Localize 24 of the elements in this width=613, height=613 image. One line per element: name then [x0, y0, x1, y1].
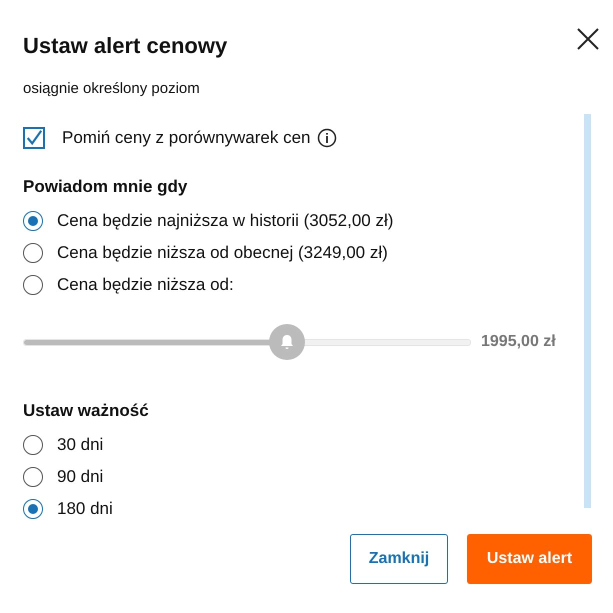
- radio-label: 90 dni: [57, 467, 104, 487]
- scrollbar[interactable]: [584, 114, 591, 508]
- info-icon[interactable]: [316, 128, 337, 148]
- close-icon[interactable]: [577, 28, 599, 50]
- close-button[interactable]: Zamknij: [350, 534, 448, 584]
- radio-label: Cena będzie niższa od obecnej (3249,00 zł): [57, 243, 388, 263]
- price-reading: 1995,00 zł: [481, 333, 556, 351]
- radio-label: Cena będzie niższa od:: [57, 275, 234, 295]
- section-heading: Powiadom mnie gdy: [23, 177, 188, 197]
- intro-text: osiągnie określony poziom: [23, 80, 201, 99]
- dialog-title: Ustaw alert cenowy: [23, 33, 228, 59]
- radio-button[interactable]: [23, 499, 43, 519]
- radio-button[interactable]: [23, 275, 43, 295]
- radio-label: 30 dni: [57, 435, 104, 455]
- set-alert-button[interactable]: Ustaw alert: [467, 534, 592, 584]
- radio-button[interactable]: [23, 467, 43, 487]
- checkbox[interactable]: [23, 127, 45, 149]
- radio-label: Cena będzie najniższa w historii (3052,00 zł): [57, 211, 394, 231]
- radio-button[interactable]: [23, 243, 43, 263]
- section-heading: Ustaw ważność: [23, 401, 150, 421]
- radio-button[interactable]: [23, 211, 43, 231]
- checkbox-label: Pomiń ceny z porównywarek cen: [62, 128, 311, 148]
- radio-button[interactable]: [23, 435, 43, 455]
- radio-label: 180 dni: [57, 499, 113, 519]
